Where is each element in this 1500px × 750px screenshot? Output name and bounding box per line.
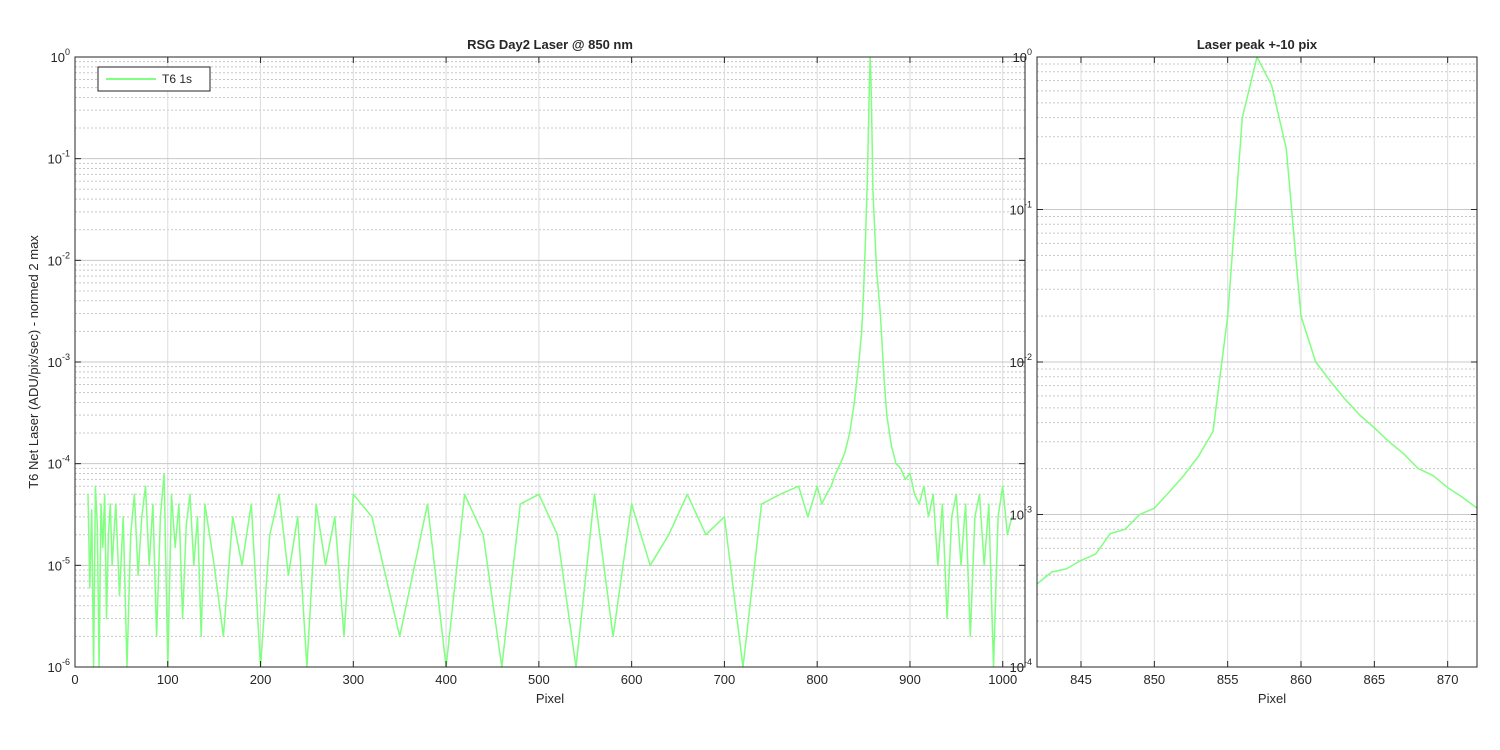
main-chart-xlabel: Pixel xyxy=(536,691,564,706)
zoom-chart-title: Laser peak +-10 pix xyxy=(1197,37,1318,52)
main-x-tick-label: 500 xyxy=(528,672,550,687)
zoom-x-tick-label: 845 xyxy=(1070,672,1092,687)
zoom-x-tick-label: 860 xyxy=(1290,672,1312,687)
main-chart-ylabel: T6 Net Laser (ADU/pix/sec) - normed 2 ma… xyxy=(26,235,41,489)
main-x-tick-label: 300 xyxy=(342,672,364,687)
main-x-tick-label: 900 xyxy=(899,672,921,687)
zoom-x-tick-label: 870 xyxy=(1437,672,1459,687)
zoom-chart-xlabel: Pixel xyxy=(1258,691,1286,706)
main-x-tick-label: 800 xyxy=(806,672,828,687)
figure: 0 100 200 300 400 500 600 700 800 900 100010-610-5… xyxy=(0,0,1500,750)
main-x-tick-label: 400 xyxy=(435,672,457,687)
legend-entry-label: T6 1s xyxy=(162,72,192,86)
main-x-tick-label: 700 xyxy=(714,672,736,687)
zoom-x-tick-label: 850 xyxy=(1143,672,1165,687)
main-chart-title: RSG Day2 Laser @ 850 nm xyxy=(467,37,633,52)
legend: T6 1s xyxy=(97,66,211,92)
peak-zoom-chart: 845 850 855 860 865 87010-410-310-210-1100 La… xyxy=(1010,37,1478,706)
main-x-tick-label: 600 xyxy=(621,672,643,687)
main-spectrum-chart: 0 100 200 300 400 500 600 700 800 900 100010-610-5… xyxy=(26,37,1026,706)
main-x-tick-label: 100 xyxy=(157,672,179,687)
zoom-x-tick-label: 865 xyxy=(1363,672,1385,687)
main-x-tick-label: 0 xyxy=(71,672,78,687)
main-x-tick-label: 200 xyxy=(250,672,272,687)
zoom-x-tick-label: 855 xyxy=(1217,672,1239,687)
